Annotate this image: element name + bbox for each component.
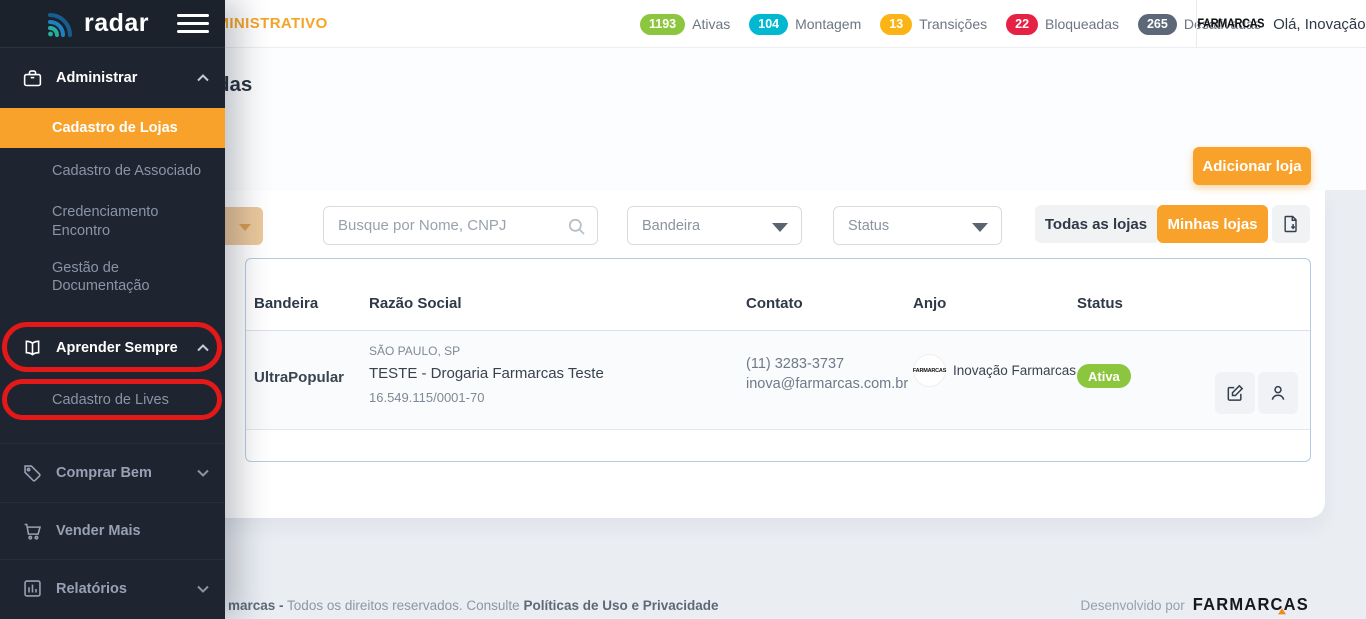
badge-label: Bloqueadas — [1045, 16, 1119, 32]
app-logo[interactable]: radar — [84, 9, 149, 38]
person-icon — [1271, 385, 1285, 400]
sidebar-item-administrar[interactable]: Administrar — [0, 48, 225, 108]
sidebar-item-gestao-de-documentacao[interactable]: Gestão de Documentação — [0, 249, 225, 305]
chevron-down-icon — [239, 224, 251, 231]
hamburger-menu-icon[interactable] — [177, 9, 209, 38]
store-scope-toggle: Todas as lojas Minhas lojas — [1035, 205, 1310, 243]
bar-chart-icon — [24, 580, 41, 597]
footer-brand-fragment: marcas - — [228, 598, 284, 613]
badge-label: Montagem — [795, 16, 862, 32]
sidebar-item-label: Aprender Sempre — [56, 340, 178, 356]
app-window: ADMINISTRATIVO 1193 Ativas 104 Montagem … — [0, 0, 1366, 619]
store-users-button[interactable] — [1258, 372, 1298, 414]
footer-copyright: marcas - Todos os direitos reservados. C… — [228, 598, 719, 613]
chevron-down-icon — [772, 223, 788, 232]
search-input[interactable] — [324, 207, 597, 244]
row-status-badge: Ativa — [1077, 364, 1131, 388]
sidebar-item-label: Administrar — [56, 70, 138, 86]
row-bandeira: UltraPopular — [254, 369, 345, 386]
badge-count: 13 — [880, 13, 913, 35]
row-city: SÃO PAULO, SP — [369, 344, 461, 358]
tag-icon — [24, 464, 41, 482]
row-phone: (11) 3283-3737 — [746, 356, 845, 372]
row-anjo: Inovação Farmarcas — [953, 363, 1077, 378]
sidebar-item-label: Relatórios — [56, 580, 127, 597]
cart-icon — [24, 523, 42, 540]
edit-icon — [1227, 384, 1244, 401]
sidebar-item-relatorios[interactable]: Relatórios — [0, 560, 225, 617]
footer-text: Todos os direitos reservados. Consulte — [283, 598, 524, 613]
anjo-avatar-logo: FARMARCAS — [912, 367, 947, 374]
sidebar-logo-band: radar — [0, 0, 225, 48]
badge-count: 1193 — [640, 13, 686, 35]
sidebar-item-vender-mais[interactable]: Vender Mais — [0, 503, 225, 559]
file-export-icon — [1284, 215, 1297, 233]
export-button[interactable] — [1272, 205, 1310, 243]
anjo-avatar: FARMARCAS — [912, 355, 947, 386]
badge-count: 22 — [1006, 13, 1039, 35]
sidebar-item-cadastro-de-lojas[interactable]: Cadastro de Lojas — [0, 108, 225, 148]
developer-label: Desenvolvido por — [1080, 598, 1185, 613]
all-stores-tab[interactable]: Todas as lojas — [1035, 205, 1157, 243]
farmarcas-wordmark: FARMARCAS — [1192, 595, 1309, 615]
radar-waves-icon — [48, 13, 72, 37]
row-actions — [1215, 372, 1298, 414]
badge-count: 265 — [1137, 13, 1177, 35]
sidebar-item-cadastro-de-associado[interactable]: Cadastro de Associado — [0, 148, 225, 194]
status-select-label: Status — [848, 217, 890, 234]
search-icon — [567, 217, 586, 236]
farmarcas-logo: FARMARCAS — [1197, 17, 1265, 31]
sidebar-item-label: Cadastro de Associado — [52, 162, 202, 179]
stores-table: Bandeira Razão Social Contato Anjo Statu… — [245, 258, 1311, 462]
badge-label: Ativas — [692, 16, 731, 32]
my-stores-tab[interactable]: Minhas lojas — [1157, 205, 1268, 243]
bandeira-select[interactable]: Bandeira — [627, 206, 802, 245]
user-greeting: Olá, Inovação — [1273, 15, 1366, 33]
footer-policies-link[interactable]: Políticas de Uso e Privacidade — [523, 598, 718, 613]
search-box — [323, 206, 598, 245]
sidebar-item-comprar-bem[interactable]: Comprar Bem — [0, 444, 225, 502]
bandeira-select-label: Bandeira — [642, 217, 701, 234]
col-header-bandeira: Bandeira — [254, 295, 319, 312]
chevron-down-icon — [972, 223, 988, 232]
add-store-button[interactable]: Adicionar loja — [1193, 147, 1311, 185]
briefcase-icon — [23, 69, 42, 86]
sidebar-item-cadastro-de-lives[interactable]: Cadastro de Lives — [0, 378, 225, 422]
sidebar-item-label: Comprar Bem — [56, 465, 152, 481]
row-cnpj: 16.549.115/0001-70 — [369, 390, 485, 405]
edit-store-button[interactable] — [1215, 372, 1255, 414]
col-header-anjo: Anjo — [913, 295, 947, 312]
chevron-up-icon — [197, 344, 209, 352]
chevron-down-icon — [197, 585, 209, 593]
sidebar: radar Administrar Cadastro de Lojas Cada… — [0, 0, 225, 619]
badge-count: 104 — [749, 13, 789, 35]
status-badges: 1193 Ativas 104 Montagem 13 Transições 2… — [640, 0, 1280, 48]
sidebar-item-label: Cadastro de Lojas — [52, 119, 178, 136]
footer-developer: Desenvolvido por FARMARCAS — [1080, 596, 1309, 615]
badge-ativas: 1193 Ativas — [640, 13, 731, 35]
user-menu[interactable]: FARMARCAS Olá, Inovação — [1196, 0, 1366, 48]
col-header-razao: Razão Social — [369, 295, 462, 312]
chevron-up-icon — [197, 74, 209, 82]
sidebar-item-label: Gestão de Documentação — [52, 259, 150, 294]
col-header-contato: Contato — [746, 295, 803, 312]
row-email: inova@farmarcas.com.br — [746, 376, 909, 392]
chevron-down-icon — [197, 469, 209, 477]
sidebar-item-credenciamento-encontro[interactable]: Credenciamento Encontro — [0, 194, 225, 249]
badge-label: Transições — [919, 16, 988, 32]
sidebar-item-label: Vender Mais — [56, 523, 141, 539]
col-header-status: Status — [1077, 295, 1123, 312]
row-razao-social: TESTE - Drogaria Farmarcas Teste — [369, 365, 604, 382]
sidebar-item-aprender-sempre[interactable]: Aprender Sempre — [0, 322, 225, 373]
status-select[interactable]: Status — [833, 206, 1002, 245]
sidebar-item-label: Credenciamento Encontro — [52, 204, 159, 239]
sidebar-item-label: Cadastro de Lives — [52, 391, 169, 408]
badge-transicoes: 13 Transições — [880, 13, 988, 35]
badge-montagem: 104 Montagem — [749, 13, 862, 35]
badge-bloqueadas: 22 Bloqueadas — [1006, 13, 1119, 35]
open-book-icon — [25, 340, 40, 356]
